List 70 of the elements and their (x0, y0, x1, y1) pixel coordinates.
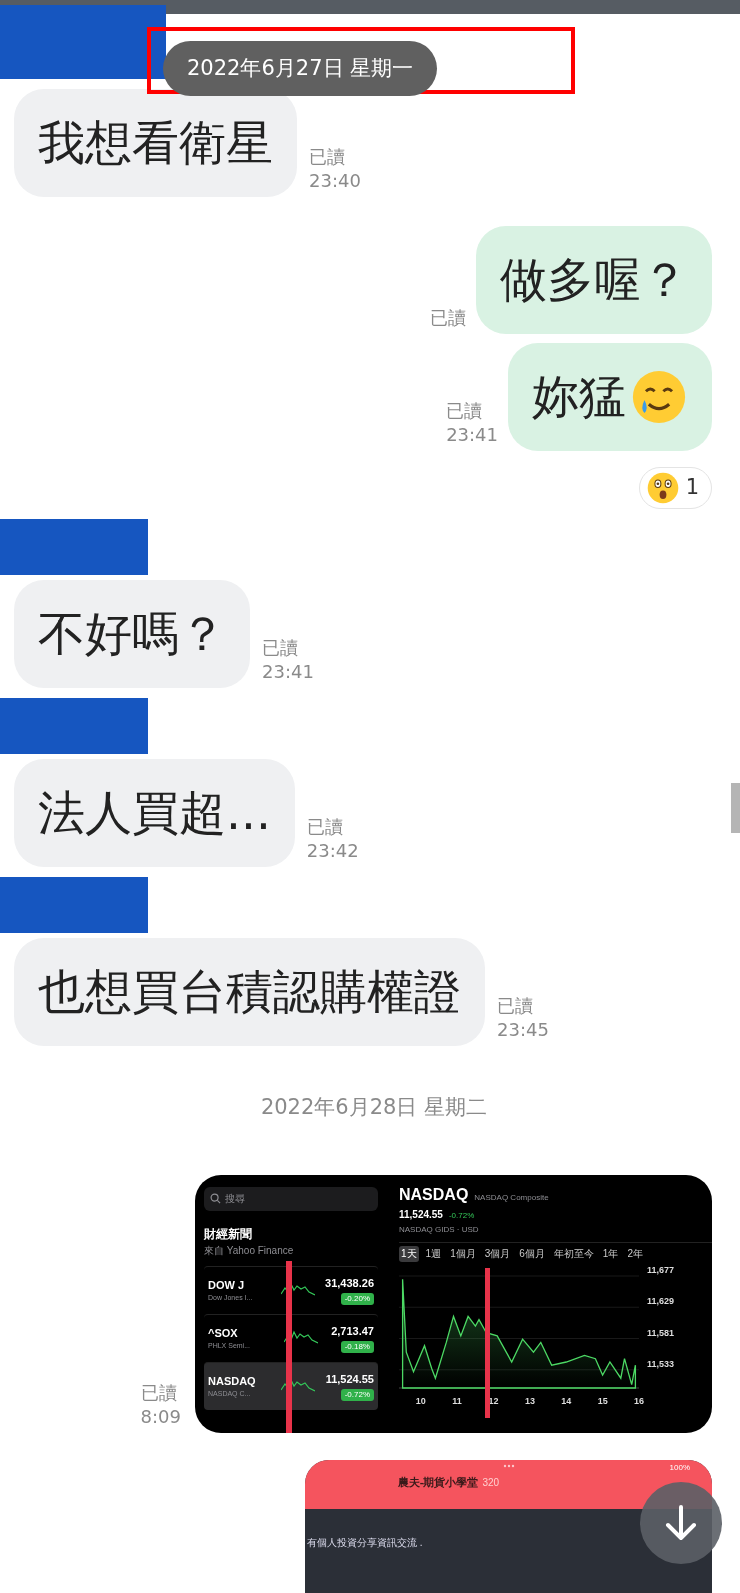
stock-price: 2,713.47 (331, 1323, 374, 1339)
message-time: 23:41 (446, 423, 498, 447)
message-time: 23:45 (497, 1018, 549, 1042)
message-text: 做多喔？ (500, 250, 688, 309)
range-tab[interactable]: 年初至今 (551, 1245, 596, 1262)
axis-label: 11,629 (647, 1295, 675, 1306)
reaction-count: 1 (685, 474, 699, 502)
axis-label: 11,533 (647, 1358, 675, 1369)
stock-price: 11,524.55 (325, 1371, 374, 1387)
stock-symbol: DOW J (208, 1277, 246, 1293)
change-badge: -0.18% (340, 1341, 374, 1354)
group-description: 有個人投資分享資訊交流 . (306, 1535, 424, 1550)
message-time: 23:41 (262, 660, 314, 684)
read-receipt: 已讀 (140, 1380, 178, 1405)
index-change: -0.72% (448, 1209, 475, 1222)
stock-symbol: ^SOX (208, 1325, 239, 1341)
dots-icon (502, 1463, 515, 1468)
range-tab[interactable]: 2年 (625, 1245, 645, 1262)
index-title: NASDAQ (399, 1184, 469, 1205)
axis-label: 15 (597, 1395, 608, 1406)
read-receipt: 已讀 (309, 145, 346, 169)
stock-app-screenshot[interactable] (195, 1174, 712, 1433)
message-text: 不好嗎？ (38, 604, 226, 663)
change-badge: -0.20% (340, 1293, 374, 1306)
read-receipt: 已讀 (306, 815, 344, 839)
read-receipt: 已讀 (446, 399, 484, 423)
axis-label: 16 (634, 1395, 644, 1406)
index-full-name: NASDAQ Composite (474, 1191, 549, 1204)
message-text: 也想買台積認購權證 (38, 962, 461, 1021)
smiling-tear-face-icon (630, 368, 688, 426)
message-time: 23:40 (309, 169, 361, 193)
message-time: 8:09 (140, 1404, 181, 1429)
read-receipt: 已讀 (497, 994, 534, 1018)
exchange-label: NASDAQ GIDS · USD (399, 1223, 480, 1236)
axis-label: 14 (561, 1395, 572, 1406)
axis-label: 11,677 (647, 1265, 675, 1275)
scrollbar-thumb[interactable] (731, 783, 740, 833)
range-tab[interactable]: 1天 (399, 1245, 419, 1262)
news-title: 財經新聞 (204, 1225, 253, 1243)
range-tab[interactable]: 3個月 (482, 1245, 513, 1262)
range-tab[interactable]: 1週 (423, 1245, 444, 1262)
battery-status: 100% (669, 1461, 690, 1474)
stock-price: 31,438.26 (325, 1275, 374, 1291)
axis-label: 10 (415, 1395, 426, 1406)
axis-label: 13 (524, 1395, 535, 1406)
news-source: 來自 Yahoo Finance (204, 1243, 295, 1258)
message-text: 法人買超... (38, 783, 271, 842)
group-chat-screenshot[interactable]: 100% 農夫-期貨小學堂 320 有個人投資分享資訊交流 . (305, 1459, 712, 1593)
range-tab[interactable]: 1年 (600, 1245, 621, 1262)
search-field[interactable]: 搜尋 (204, 1186, 378, 1211)
date-pill: 2022年6月27日 星期一 (163, 41, 438, 96)
stock-symbol: NASDAQ (208, 1373, 257, 1389)
range-tab[interactable]: 6個月 (517, 1245, 547, 1262)
astonished-face-icon (645, 471, 680, 505)
range-tab[interactable]: 1個月 (448, 1245, 478, 1262)
read-receipt: 已讀 (430, 306, 466, 330)
message-time: 23:42 (306, 839, 359, 863)
message-text: 妳猛 (532, 367, 626, 426)
reaction-chip[interactable]: 1 (638, 467, 712, 509)
member-count: 320 (482, 1475, 500, 1490)
index-price: 11,524.55 (399, 1207, 443, 1222)
change-badge: -0.72% (340, 1389, 374, 1402)
message-text: 我想看衛星 (38, 113, 273, 172)
search-icon (210, 1193, 221, 1204)
group-title: 農夫-期貨小學堂 (397, 1474, 479, 1490)
down-arrow-icon (664, 1504, 698, 1542)
read-receipt: 已讀 (262, 636, 299, 660)
axis-label: 11,581 (647, 1327, 675, 1337)
date-separator: 2022年6月28日 星期二 (259, 1094, 488, 1121)
axis-label: 11 (452, 1395, 462, 1406)
